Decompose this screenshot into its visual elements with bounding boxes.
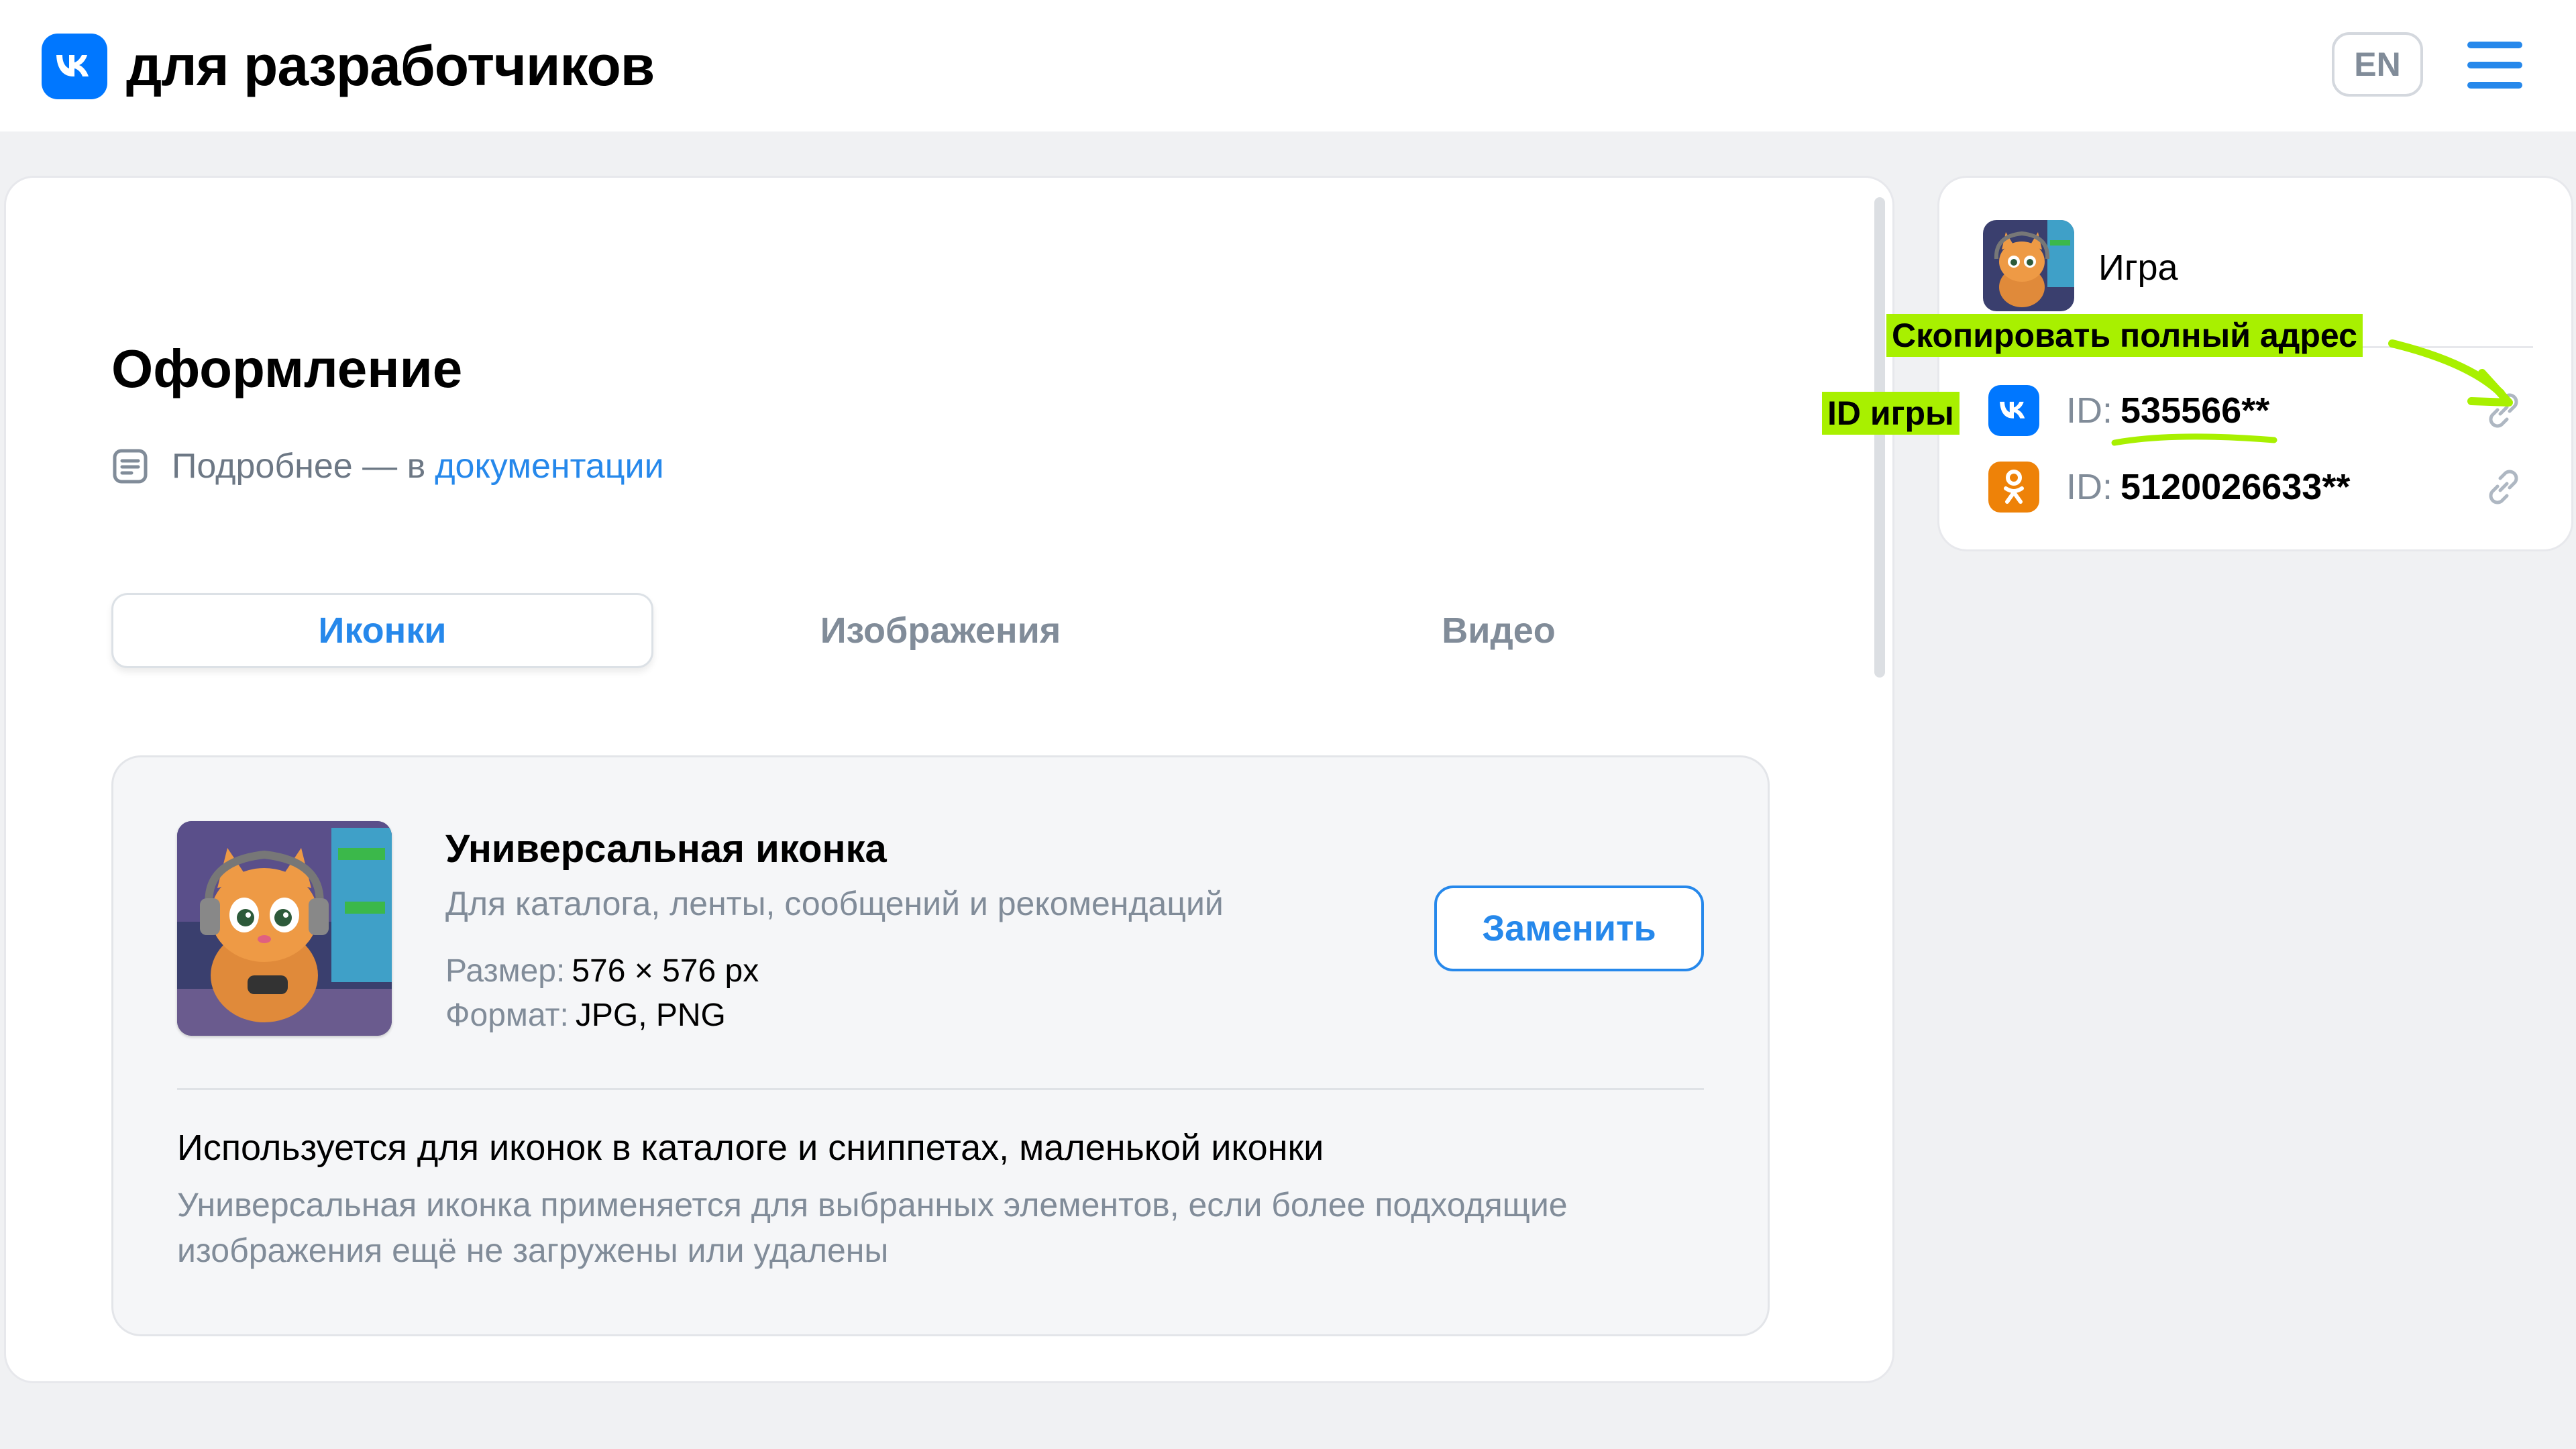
tab-icons[interactable]: Иконки — [111, 593, 653, 668]
icon-card-title: Универсальная иконка — [445, 827, 887, 871]
vk-id-label: ID: — [2066, 390, 2113, 431]
language-button[interactable]: EN — [2332, 32, 2423, 97]
vk-id-value: 535566** — [2121, 390, 2270, 431]
icon-format-row: Формат: JPG, PNG — [445, 994, 726, 1037]
size-value: 576 × 576 px — [572, 953, 759, 989]
scrollbar-thumb[interactable] — [1874, 197, 1885, 678]
icon-card-subtitle: Для каталога, ленты, сообщений и рекомен… — [445, 885, 1224, 922]
vk-game-id: ID: 535566** — [2066, 386, 2269, 435]
icon-size-row: Размер: 576 × 576 px — [445, 950, 759, 993]
annotation-game-id: ID игры — [1822, 392, 1960, 435]
documentation-prefix: Подробнее — в — [172, 447, 426, 486]
ok-game-id: ID: 5120026633** — [2066, 463, 2350, 511]
brand-title[interactable]: для разработчиков — [126, 30, 655, 102]
document-icon — [113, 449, 148, 484]
replace-button[interactable]: Заменить — [1434, 885, 1704, 971]
ok-id-value: 5120026633** — [2121, 467, 2351, 507]
documentation-hint: Подробнее — в документации — [111, 443, 664, 490]
tab-bar: Иконки Изображения Видео — [111, 593, 1768, 671]
game-avatar — [1983, 220, 2074, 311]
usage-description: Универсальная иконка применяется для выб… — [177, 1186, 1568, 1269]
tab-images[interactable]: Изображения — [669, 593, 1212, 668]
vk-logo-icon[interactable] — [42, 34, 107, 99]
game-icon-thumbnail — [177, 821, 392, 1036]
annotation-copy-address: Скопировать полный адрес — [1886, 314, 2363, 357]
game-name: Игра — [2098, 248, 2178, 288]
size-label: Размер: — [445, 953, 566, 989]
usage-title: Используется для иконок в каталоге и сни… — [177, 1128, 1324, 1168]
format-label: Формат: — [445, 998, 569, 1033]
documentation-link[interactable]: документации — [435, 446, 663, 486]
copy-link-icon[interactable] — [2479, 386, 2528, 435]
hamburger-menu-icon[interactable] — [2467, 42, 2522, 89]
top-header: для разработчиков EN — [0, 0, 2576, 131]
ok-id-label: ID: — [2066, 467, 2113, 507]
tab-video[interactable]: Видео — [1228, 593, 1770, 668]
card-divider — [177, 1088, 1704, 1090]
page-title: Оформление — [111, 339, 463, 398]
ok-icon — [1988, 462, 2039, 513]
format-value: JPG, PNG — [575, 998, 726, 1033]
copy-link-icon[interactable] — [2479, 463, 2528, 511]
vk-id-row: ID: 535566** — [1988, 384, 2538, 437]
ok-id-row: ID: 5120026633** — [1988, 460, 2538, 514]
vk-icon — [1988, 385, 2039, 436]
